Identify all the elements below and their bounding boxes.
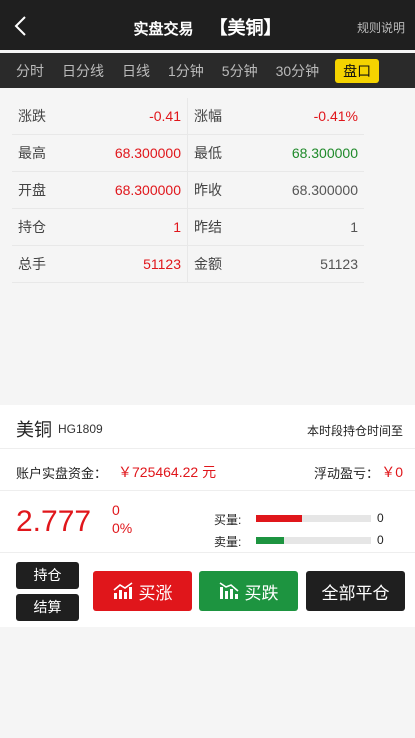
page-title: 实盘交易 【美铜】 (0, 14, 415, 40)
buy-volume-row: 买量: 0 (214, 510, 404, 528)
tab-daily[interactable]: 日线 (114, 59, 158, 83)
current-price: 2.777 (16, 505, 92, 538)
stat-value: 68.300000 (114, 182, 181, 198)
stat-value: 51123 (320, 256, 358, 272)
settle-button[interactable]: 结算 (16, 594, 79, 621)
pnl-label: 浮动盈亏： (313, 466, 379, 481)
sell-volume-row: 卖量: 0 (214, 532, 404, 550)
stats-row: 开盘 68.300000 昨收 68.300000 (12, 172, 364, 209)
pnl-value: ￥0 (381, 464, 403, 480)
sell-volume-label: 卖量: (214, 535, 242, 549)
stats-row: 最高 68.300000 最低 68.300000 (12, 135, 364, 172)
price-quote: 2.777 0 0% 买量: 0 卖量: 0 (0, 491, 415, 553)
stat-value: 68.300000 (114, 145, 181, 161)
price-change-percent: 0% (112, 520, 133, 536)
sell-volume-bar (256, 537, 371, 544)
close-all-button[interactable]: 全部平仓 (306, 571, 405, 611)
stat-value: 1 (350, 219, 358, 235)
stat-label: 涨幅 (194, 108, 222, 124)
funds-label: 账户实盘资金： (16, 466, 108, 481)
tab-order-book[interactable]: 盘口 (335, 58, 380, 83)
trade-actions: 持仓 结算 买涨 买跌 全部平仓 (0, 553, 415, 627)
stat-value: 68.300000 (291, 182, 358, 198)
product-name: 美铜 (16, 420, 52, 440)
title-text: 实盘交易 (133, 21, 194, 38)
sell-volume-value: 0 (377, 533, 384, 547)
quote-stats-table: 涨跌 -0.41 涨幅 -0.41% 最高 68.300000 最低 68.300000… (12, 98, 364, 283)
stat-label: 最高 (18, 145, 46, 161)
buy-volume-label: 买量: (214, 513, 242, 527)
chart-tabs: 分时 日分线 日线 1分钟 5分钟 30分钟 盘口 (0, 53, 415, 88)
buy-down-button[interactable]: 买跌 (199, 571, 298, 611)
stat-value: -0.41% (313, 108, 358, 124)
tab-daily-timeshare[interactable]: 日分线 (54, 59, 112, 83)
stat-label: 总手 (18, 256, 46, 272)
buy-volume-fill (256, 515, 302, 522)
holding-time-hint: 本时段持仓时间至 (306, 424, 403, 438)
title-product-name: 【美铜】 (209, 18, 282, 38)
stat-value: 51123 (143, 256, 181, 272)
buy-up-label: 买涨 (138, 583, 173, 603)
stat-label: 金额 (194, 256, 222, 272)
stat-label: 最低 (194, 145, 222, 161)
sell-volume-fill (256, 537, 284, 544)
stat-label: 涨跌 (18, 108, 46, 124)
stat-label: 持仓 (18, 219, 46, 235)
product-header: 美铜 HG1809 本时段持仓时间至 (0, 405, 415, 449)
stats-row: 涨跌 -0.41 涨幅 -0.41% (12, 98, 364, 135)
stat-value: -0.41 (149, 108, 181, 124)
stats-row: 持仓 1 昨结 1 (12, 209, 364, 246)
buy-up-button[interactable]: 买涨 (93, 571, 192, 611)
buy-volume-bar (256, 515, 371, 522)
buy-volume-value: 0 (377, 511, 384, 525)
stat-label: 昨结 (194, 219, 222, 235)
tab-timeshare[interactable]: 分时 (8, 59, 52, 83)
price-change: 0 (112, 502, 120, 518)
tab-5min[interactable]: 5分钟 (214, 59, 266, 83)
falling-chart-icon (219, 582, 239, 599)
stat-value: 68.300000 (291, 145, 358, 161)
account-summary: 账户实盘资金： ￥725464.22 元 浮动盈亏： ￥0 (0, 449, 415, 491)
buy-down-label: 买跌 (244, 583, 279, 603)
funds-value: ￥725464.22 元 (118, 464, 217, 480)
position-button[interactable]: 持仓 (16, 562, 79, 589)
stat-label: 开盘 (18, 182, 46, 198)
stats-row: 总手 51123 金额 51123 (12, 246, 364, 283)
rising-chart-icon (112, 582, 132, 599)
stat-value: 1 (173, 219, 181, 235)
stat-label: 昨收 (194, 182, 222, 198)
rules-link[interactable]: 规则说明 (357, 19, 405, 36)
trade-panel: 美铜 HG1809 本时段持仓时间至 账户实盘资金： ￥725464.22 元 … (0, 405, 415, 627)
product-code: HG1809 (58, 422, 103, 436)
top-bar: 实盘交易 【美铜】 规则说明 (0, 0, 415, 50)
tab-1min[interactable]: 1分钟 (160, 59, 212, 83)
tab-30min[interactable]: 30分钟 (268, 59, 328, 83)
